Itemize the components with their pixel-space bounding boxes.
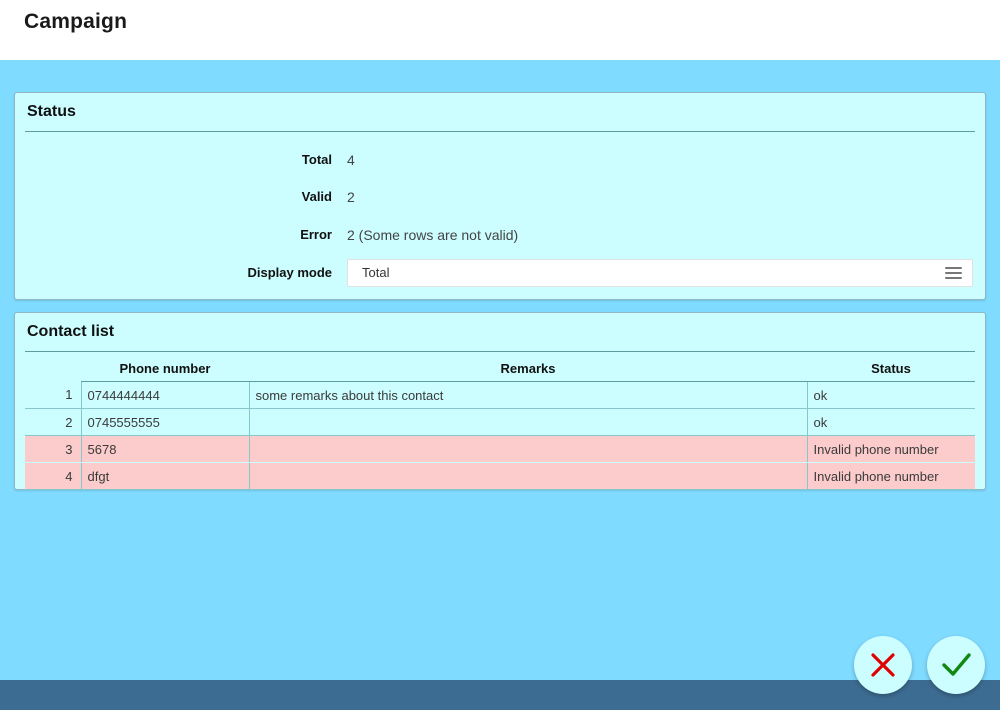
cell-index: 4 xyxy=(25,462,82,490)
status-panel-title: Status xyxy=(27,103,76,120)
valid-label: Valid xyxy=(301,189,332,204)
display-mode-selected-value: Total xyxy=(362,265,390,280)
table-row[interactable]: 2 0745555555 ok xyxy=(25,408,975,436)
column-header-index xyxy=(25,359,81,382)
contact-list-title: Contact list xyxy=(27,323,115,340)
cell-index: 2 xyxy=(25,408,82,436)
cancel-button[interactable] xyxy=(854,636,912,694)
page-title: Campaign xyxy=(24,10,128,33)
column-header-status: Status xyxy=(807,359,975,382)
cell-remarks: some remarks about this contact xyxy=(249,381,808,409)
contact-list-divider xyxy=(25,351,975,352)
cell-remarks xyxy=(249,435,808,463)
cell-phone-number: 0745555555 xyxy=(81,408,250,436)
table-header-row: Phone number Remarks Status xyxy=(25,359,975,382)
column-header-phone: Phone number xyxy=(81,359,249,382)
app-header: Campaign xyxy=(0,0,1000,60)
contact-table: Phone number Remarks Status 1 0744444444… xyxy=(25,359,975,490)
cell-index: 1 xyxy=(25,381,82,409)
page-body: Status Total 4 Valid 2 Error 2 (Some row… xyxy=(0,60,1000,680)
cell-status: Invalid phone number xyxy=(807,435,975,463)
checkmark-icon xyxy=(942,653,971,676)
cell-status: ok xyxy=(807,381,975,409)
valid-value: 2 xyxy=(347,189,355,205)
status-row-error: Error 2 (Some rows are not valid) xyxy=(15,224,985,246)
column-header-remarks: Remarks xyxy=(249,359,807,382)
status-panel: Status Total 4 Valid 2 Error 2 (Some row… xyxy=(14,92,986,300)
status-row-total: Total 4 xyxy=(15,149,985,171)
footer-bar xyxy=(0,680,1000,710)
total-label: Total xyxy=(301,152,332,167)
confirm-button[interactable] xyxy=(927,636,985,694)
error-label: Error xyxy=(300,227,332,242)
close-x-icon xyxy=(871,653,895,677)
display-mode-label: Display mode xyxy=(247,265,332,280)
status-row-display-mode: Display mode Total xyxy=(15,259,985,287)
status-row-valid: Valid 2 xyxy=(15,186,985,208)
cell-phone-number: 0744444444 xyxy=(81,381,250,409)
table-row[interactable]: 4 dfgt Invalid phone number xyxy=(25,462,975,490)
total-value: 4 xyxy=(347,152,355,168)
table-row[interactable]: 3 5678 Invalid phone number xyxy=(25,435,975,463)
cell-phone-number: 5678 xyxy=(81,435,250,463)
cell-remarks xyxy=(249,408,808,436)
campaign-screen: Campaign Status Total 4 Valid 2 Error 2 … xyxy=(0,0,1000,710)
cell-status: Invalid phone number xyxy=(807,462,975,490)
cell-remarks xyxy=(249,462,808,490)
cell-phone-number: dfgt xyxy=(81,462,250,490)
display-mode-select[interactable]: Total xyxy=(347,259,973,287)
cell-status: ok xyxy=(807,408,975,436)
table-row[interactable]: 1 0744444444 some remarks about this con… xyxy=(25,381,975,409)
list-lines-icon[interactable] xyxy=(945,267,962,280)
cell-index: 3 xyxy=(25,435,82,463)
error-value: 2 (Some rows are not valid) xyxy=(347,227,519,243)
status-panel-divider xyxy=(25,131,975,132)
contact-list-panel: Contact list Phone number Remarks Status xyxy=(14,312,986,490)
